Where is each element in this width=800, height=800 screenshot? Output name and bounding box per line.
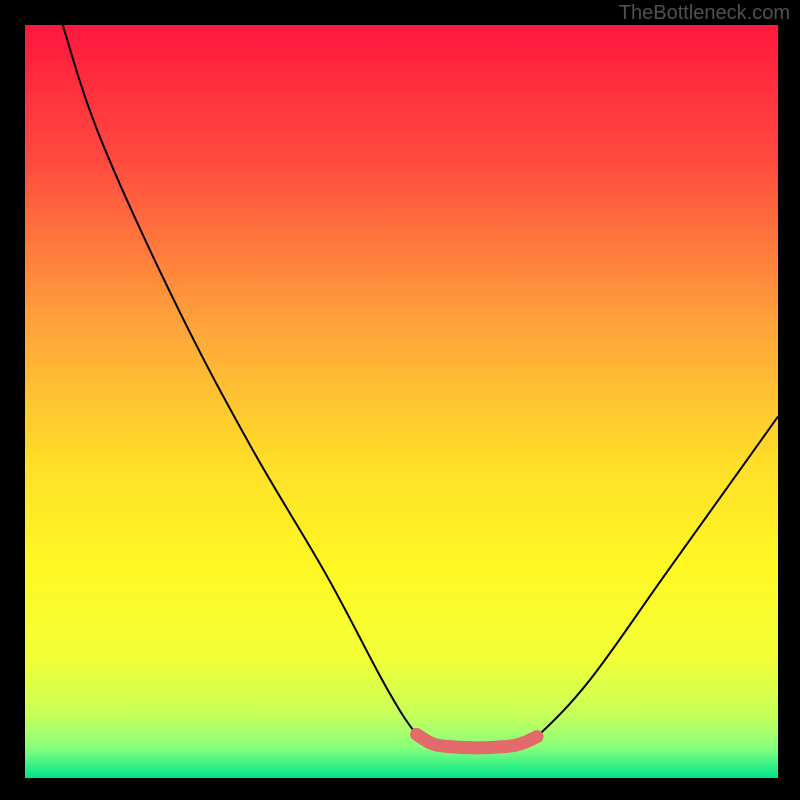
- chart-svg: [25, 25, 778, 778]
- plot-area: [25, 25, 778, 778]
- chart-container: TheBottleneck.com: [0, 0, 800, 800]
- watermark-text: TheBottleneck.com: [619, 2, 790, 25]
- gradient-background: [25, 25, 778, 778]
